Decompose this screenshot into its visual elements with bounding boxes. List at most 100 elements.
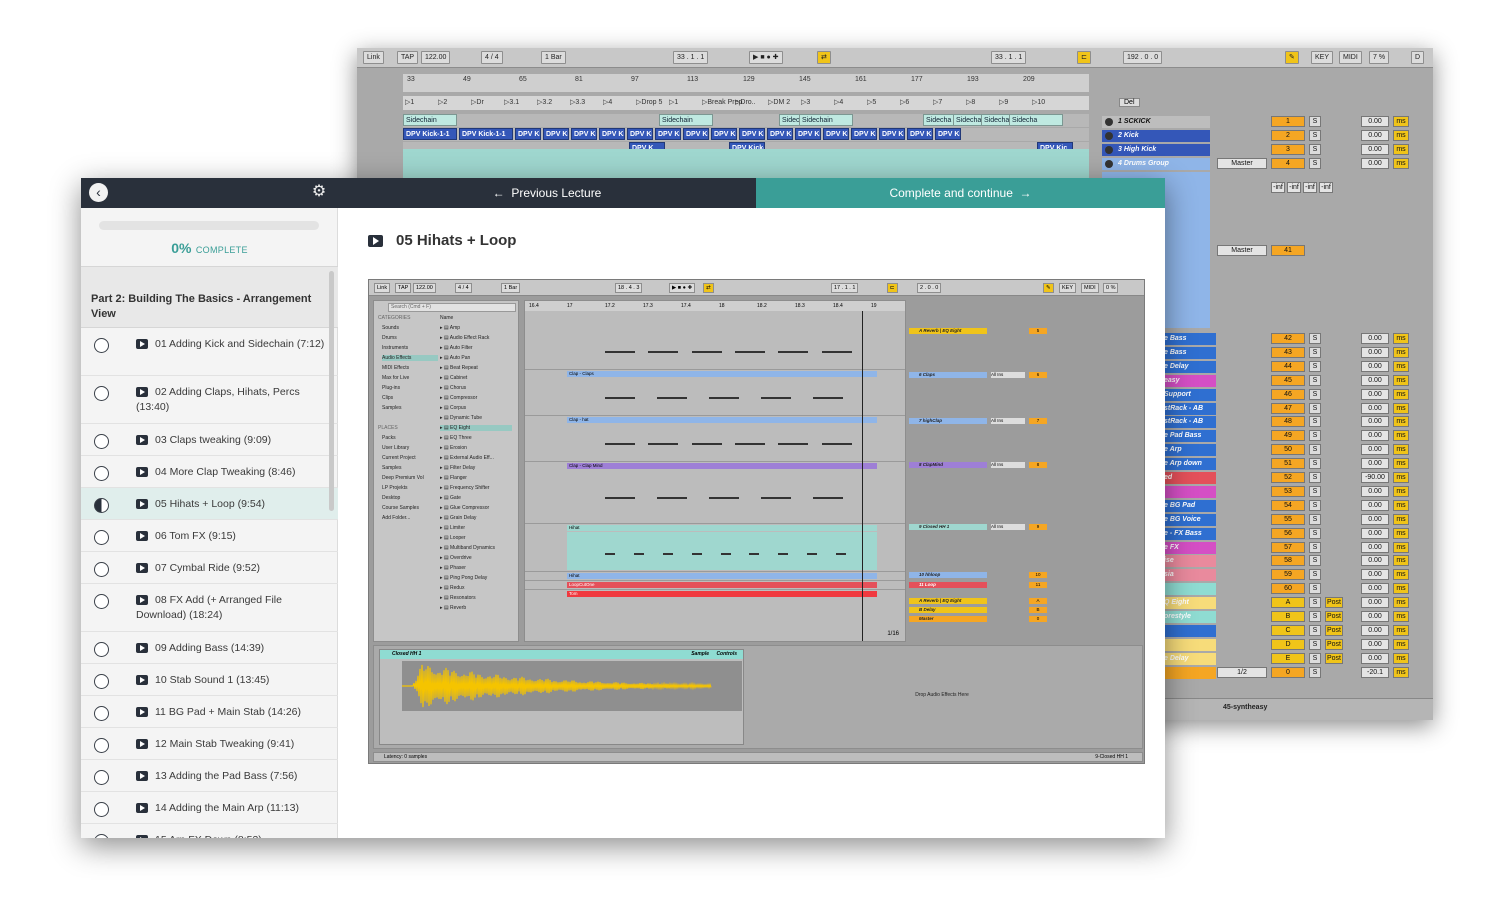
track-header[interactable]: 3 High Kick [1102,144,1210,156]
locator-marker[interactable]: ▷7 [933,98,942,106]
track-number[interactable]: 56 [1271,527,1305,539]
track-number[interactable]: 51 [1271,458,1305,470]
track-header[interactable]: 1 SCKICK [1102,116,1210,128]
track-header[interactable]: e Pad Bass [1162,430,1216,443]
incomplete-circle-icon[interactable] [94,338,109,353]
locator-marker[interactable]: ▷4 [603,98,612,106]
volume-field[interactable]: 0.00 [1361,652,1389,664]
track-number[interactable]: 53 [1271,485,1305,497]
lecture-item[interactable]: 02 Adding Claps, Hihats, Percs (13:40) [81,376,338,424]
track-header[interactable]: orestyle [1162,611,1216,623]
track-header[interactable]: stRack - AB [1162,402,1216,415]
locator-marker[interactable]: ▷9 [999,98,1008,106]
post-button[interactable]: Post [1325,597,1343,609]
settings-button[interactable]: ⚙ [310,183,328,201]
ms-button[interactable]: ms [1393,652,1409,664]
track-header[interactable]: e Delay [1162,652,1216,665]
ms-button[interactable]: ms [1393,597,1409,609]
position-field[interactable]: 33 . 1 . 1 [673,51,709,64]
ms-button[interactable]: ms [1393,388,1409,400]
solo-button[interactable]: S [1309,416,1321,428]
arrangement-clip[interactable]: DPV Ki [711,128,737,140]
track-number[interactable]: 49 [1271,430,1305,442]
ms-button[interactable]: ms [1393,458,1409,470]
locator-marker[interactable]: ▷3.1 [504,98,519,106]
volume-field[interactable]: 0.00 [1361,116,1389,127]
solo-button[interactable]: S [1309,652,1321,664]
ms-button[interactable]: ms [1393,158,1409,169]
track-header[interactable]: 4 Drums Group [1102,158,1210,170]
track-activator-icon[interactable] [1105,160,1113,168]
track-number[interactable]: 58 [1271,555,1305,567]
volume-field[interactable]: 0.00 [1361,333,1389,344]
back-button[interactable]: ‹ [89,183,108,202]
volume-field[interactable]: 0.00 [1361,638,1389,650]
arrangement-clip[interactable]: DPV Ki [599,128,625,140]
arrangement-lane[interactable]: Sidechain Sidechain Sidecha Sidechain Sidech… [403,114,1089,127]
arrangement-clip[interactable]: DPV Ki [879,128,905,140]
locator-marker[interactable]: ▷8 [966,98,975,106]
ms-button[interactable]: ms [1393,666,1409,678]
solo-button[interactable]: S [1309,513,1321,525]
track-header[interactable]: easy [1162,374,1216,387]
ms-button[interactable]: ms [1393,611,1409,622]
track-header[interactable]: e BG Pad [1162,499,1216,512]
track-number[interactable]: 55 [1271,513,1305,525]
arrangement-clip[interactable]: DPV Ki [739,128,765,140]
track-number[interactable]: 44 [1271,360,1305,372]
solo-button[interactable]: S [1309,116,1321,127]
post-button[interactable]: Post [1325,611,1343,622]
track-number[interactable]: 45 [1271,374,1305,386]
ms-button[interactable]: ms [1393,472,1409,483]
track-number[interactable]: A [1271,597,1305,609]
track-number[interactable]: 3 [1271,144,1305,155]
play-button[interactable]: ▶ ■ ● ✚ [749,51,783,64]
track-header[interactable]: e Arp [1162,444,1216,457]
solo-button[interactable]: S [1309,388,1321,400]
locator-marker[interactable]: ▷5 [867,98,876,106]
track-number[interactable]: B [1271,611,1305,622]
loop-start-field[interactable]: 33 . 1 . 1 [991,51,1027,64]
track-header[interactable]: ise [1162,555,1216,568]
incomplete-circle-icon[interactable] [94,738,109,753]
lecture-item[interactable]: 10 Stab Sound 1 (13:45) [81,664,338,696]
ms-button[interactable]: ms [1393,513,1409,525]
track-activator-icon[interactable] [1105,132,1113,140]
track-number[interactable]: 54 [1271,499,1305,511]
ms-button[interactable]: ms [1393,485,1409,497]
volume-field[interactable]: 0.00 [1361,430,1389,442]
solo-button[interactable]: S [1309,541,1321,553]
locator-marker[interactable]: ▷Dr [471,98,484,106]
arrangement-clip[interactable]: Sidechain [799,114,853,126]
ms-button[interactable]: ms [1393,144,1409,155]
lecture-item[interactable]: 11 BG Pad + Main Stab (14:26) [81,696,338,728]
ms-button[interactable]: ms [1393,333,1409,344]
master-routing[interactable]: Master [1217,245,1267,256]
tempo-field[interactable]: 122.00 [421,51,451,64]
arrangement-clip[interactable]: DPV Kic [907,128,933,140]
incomplete-circle-icon[interactable] [94,770,109,785]
track-header[interactable]: stRack - AB [1162,416,1216,429]
track-number[interactable]: 43 [1271,346,1305,358]
arrangement-clip[interactable]: DPV Ki [767,128,793,140]
track-header[interactable]: e - FX Bass [1162,527,1216,540]
track-header[interactable]: sia [1162,569,1216,582]
volume-field[interactable]: 0.00 [1361,444,1389,456]
ms-button[interactable]: ms [1393,583,1409,595]
arrangement-clip[interactable]: DPV Kick-1-1 [459,128,513,140]
in-progress-icon[interactable] [94,498,109,513]
solo-button[interactable]: S [1309,458,1321,470]
track-header[interactable]: e FX [1162,541,1216,554]
lecture-item[interactable]: 06 Tom FX (9:15) [81,520,338,552]
volume-field[interactable]: 0.00 [1361,458,1389,470]
solo-button[interactable]: S [1309,430,1321,442]
arrangement-clip[interactable]: Sidecha [1009,114,1063,126]
track-number[interactable]: C [1271,624,1305,636]
ms-button[interactable]: ms [1393,130,1409,141]
midi-map-button[interactable]: MIDI [1339,51,1362,64]
solo-button[interactable]: S [1309,583,1321,595]
solo-button[interactable]: S [1309,569,1321,581]
volume-field[interactable]: 0.00 [1361,499,1389,511]
locator-marker[interactable]: ▷Drop 5 [636,98,662,106]
volume-field[interactable]: 0.00 [1361,583,1389,595]
